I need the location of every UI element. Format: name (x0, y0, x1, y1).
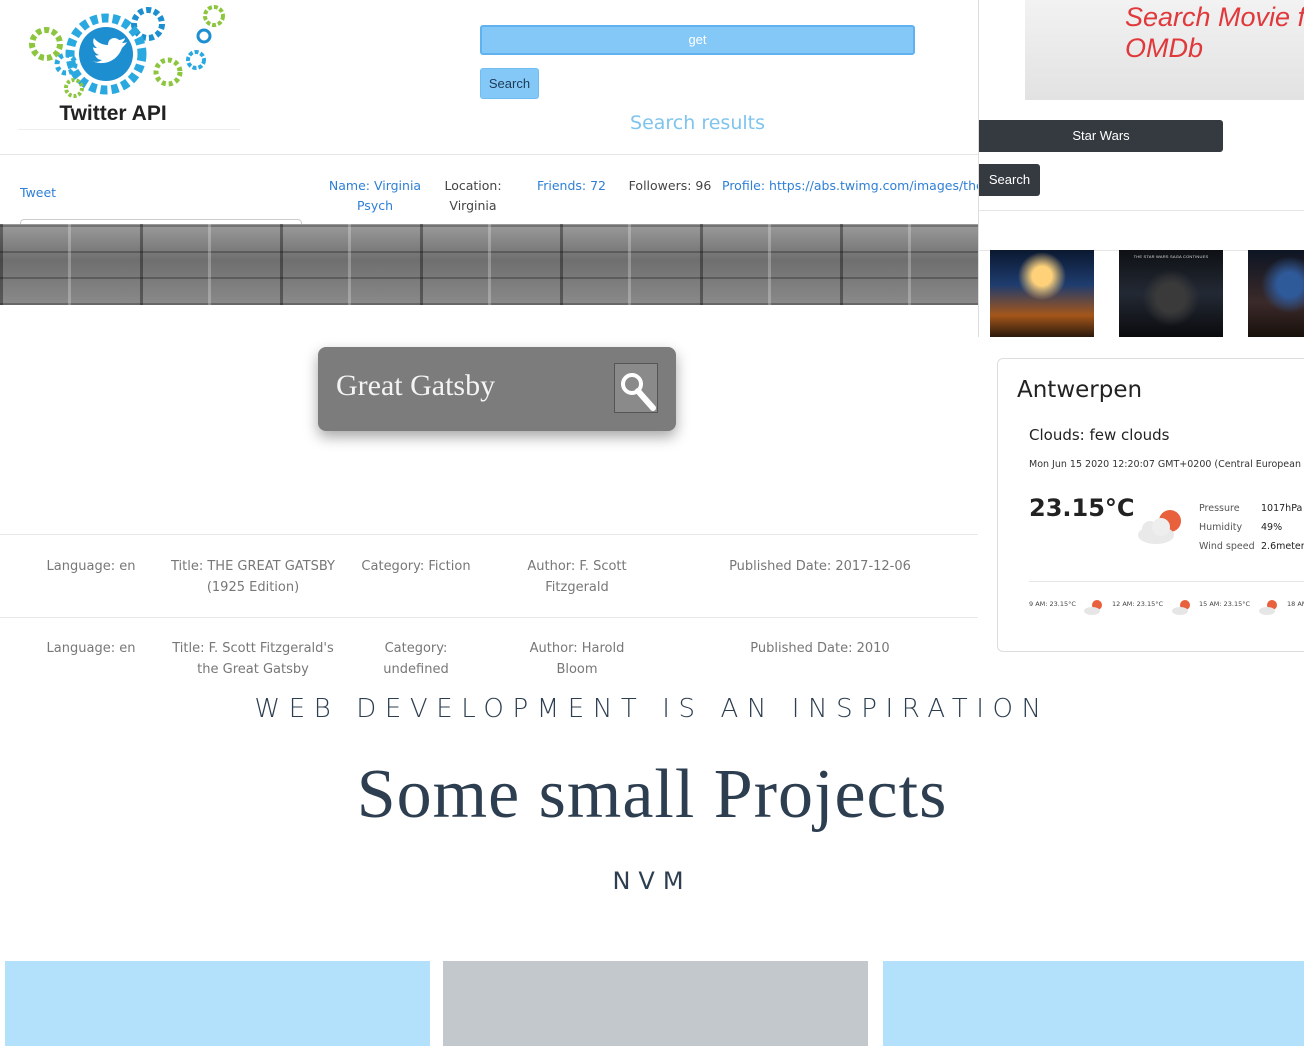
forecast-item: 18 AM (1287, 600, 1304, 608)
twitter-api-logo: Twitter API (18, 2, 240, 130)
hero-subline: NVM (612, 867, 692, 895)
weather-temperature: 23.15°C (1029, 494, 1135, 522)
sun-cloud-icon (1172, 600, 1190, 615)
poster-caption: THE STAR WARS SAGA CONTINUES (1133, 254, 1209, 259)
sun-cloud-icon (1138, 510, 1181, 544)
weather-clouds: Clouds: few clouds (1029, 426, 1170, 444)
pressure-label: Pressure (1199, 503, 1240, 514)
forecast-item: 15 AM: 23.15°C (1199, 600, 1251, 608)
book-search-box[interactable]: Great Gatsby (318, 347, 676, 431)
profile-url-link[interactable]: Profile: https://abs.twimg.com/images/th… (722, 176, 978, 196)
book-category: Category: undefined (383, 641, 449, 677)
weather-date: Mon Jun 15 2020 12:20:07 GMT+0200 (Centr… (1029, 459, 1304, 470)
project-tile[interactable] (443, 961, 868, 1046)
omdb-banner: Search Movie fi OMDb (1025, 0, 1304, 100)
project-tile[interactable] (5, 961, 430, 1046)
wind-value: 2.6meters (1261, 541, 1304, 552)
friends-count-link[interactable]: Friends: 72 (534, 176, 609, 196)
book-author: Author: Harold Bloom (529, 641, 625, 677)
movie-poster[interactable]: THE STAR WARS SAGA CONTINUES (1119, 250, 1223, 337)
movie-search-input[interactable]: Star Wars (979, 120, 1223, 152)
user-name-link[interactable]: Name: Virginia Psych (325, 176, 425, 216)
movie-poster[interactable] (990, 250, 1094, 337)
book-title: Title: F. Scott Fitzgerald's the Great G… (172, 641, 334, 677)
sun-cloud-icon (1084, 600, 1102, 615)
project-tile[interactable] (883, 961, 1304, 1046)
followers-count: Followers: 96 (628, 178, 712, 193)
sun-cloud-icon (1259, 600, 1277, 615)
movie-poster[interactable] (1248, 250, 1304, 337)
hero-kicker: WEB DEVELOPMENT IS AN INSPIRATION (254, 694, 1050, 724)
twitter-api-title: Twitter API (59, 102, 167, 125)
book-result-row[interactable]: Language: en Title: F. Scott Fitzgerald'… (0, 617, 978, 679)
book-published-date: Published Date: 2017-12-06 (729, 559, 911, 574)
wind-label: Wind speed (1199, 541, 1255, 552)
divider (979, 210, 1304, 211)
hero-headline: Some small Projects (356, 756, 948, 833)
humidity-label: Humidity (1199, 522, 1243, 533)
book-author: Author: F. Scott Fitzgerald (527, 559, 627, 595)
gears-icon (29, 5, 225, 98)
weather-card[interactable]: Antwerpen Clouds: few clouds Mon Jun 15 … (997, 358, 1304, 652)
book-category: Category: Fiction (361, 559, 471, 574)
tweet-link[interactable]: Tweet (20, 183, 56, 203)
divider (1029, 581, 1304, 582)
divider (0, 154, 978, 155)
book-title: Title: THE GREAT GATSBY (1925 Edition) (170, 559, 335, 595)
forecast-item: 12 AM: 23.15°C (1112, 600, 1164, 608)
pressure-value: 1017hPa (1261, 503, 1303, 514)
book-language: Language: en (46, 641, 136, 656)
twitter-search-input[interactable]: get (480, 25, 915, 55)
search-results-heading: Search results (630, 112, 765, 134)
movie-search-button[interactable]: Search (979, 164, 1040, 196)
omdb-banner-title: Search Movie fi OMDb (1125, 2, 1304, 63)
twitter-project-panel[interactable]: Twitter API get Search Search results Tw… (0, 0, 978, 224)
book-result-row[interactable]: Language: en Title: THE GREAT GATSBY (19… (0, 534, 978, 618)
book-search-input[interactable]: Great Gatsby (336, 369, 495, 403)
movie-project-panel[interactable]: Search Movie fi OMDb Star Wars Search TH… (978, 0, 1304, 337)
bookshelf-banner-image (0, 224, 978, 305)
weather-city: Antwerpen (1017, 377, 1143, 403)
book-language: Language: en (46, 559, 136, 574)
magnifier-icon (621, 373, 656, 411)
humidity-value: 49% (1261, 522, 1283, 533)
forecast-item: 9 AM: 23.15°C (1029, 600, 1076, 608)
book-search-button[interactable] (614, 363, 658, 413)
user-location: Location: Virginia (444, 178, 502, 213)
book-published-date: Published Date: 2010 (750, 641, 890, 656)
twitter-search-button[interactable]: Search (480, 68, 539, 99)
